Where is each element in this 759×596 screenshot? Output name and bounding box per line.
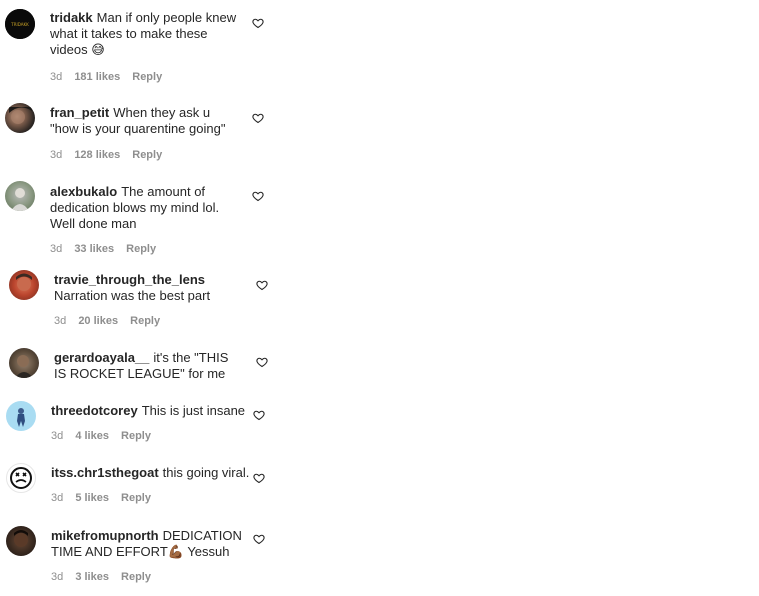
avatar[interactable] (6, 526, 36, 556)
like-heart-icon[interactable] (256, 279, 268, 291)
comment-time[interactable]: 3d (54, 315, 66, 327)
like-heart-icon[interactable] (252, 17, 264, 29)
avatar-photo-icon (14, 530, 28, 547)
reply-button[interactable]: Reply (121, 492, 151, 504)
reply-button[interactable]: Reply (130, 315, 160, 327)
comment-likes[interactable]: 4 likes (75, 430, 109, 442)
comment-username[interactable]: itss.chr1sthegoat (51, 465, 159, 480)
comment-text: travie_through_the_lens Narration was the… (54, 272, 254, 304)
comment-likes[interactable]: 3 likes (75, 571, 109, 583)
comment-body: This is just insane (141, 403, 246, 418)
comment-likes[interactable]: 128 likes (74, 149, 120, 161)
comment-time[interactable]: 3d (50, 149, 62, 161)
comment-meta: 3d 20 likes Reply (54, 314, 169, 328)
avatar-photo-icon (16, 273, 32, 291)
comment-username[interactable]: fran_petit (50, 105, 109, 120)
reply-button[interactable]: Reply (132, 149, 162, 161)
like-heart-icon[interactable] (252, 190, 264, 202)
comment-time[interactable]: 3d (51, 492, 63, 504)
reply-button[interactable]: Reply (121, 571, 151, 583)
comment-username[interactable]: mikefromupnorth (51, 528, 159, 543)
avatar[interactable] (6, 463, 36, 493)
reply-button[interactable]: Reply (132, 71, 162, 83)
comment-text: fran_petit When they ask u "how is your q… (50, 105, 240, 137)
reply-button[interactable]: Reply (126, 243, 156, 255)
comment-username[interactable]: threedotcorey (51, 403, 138, 418)
avatar-photo-icon (9, 107, 32, 124)
like-heart-icon[interactable] (253, 409, 265, 421)
svg-text:TRIDAKK: TRIDAKK (10, 22, 29, 27)
reply-button[interactable]: Reply (121, 430, 151, 442)
comment-meta: 3d 3 likes Reply (51, 570, 160, 584)
avatar[interactable]: TRIDAKK (5, 9, 35, 39)
avatar[interactable] (6, 401, 36, 431)
comment-likes[interactable]: 20 likes (78, 315, 118, 327)
like-heart-icon[interactable] (253, 472, 265, 484)
comment-text: gerardoayala__ it's the "THIS IS ROCKET L… (54, 350, 239, 382)
comment-time[interactable]: 3d (50, 71, 62, 83)
comment-meta: 3d 4 likes Reply (51, 429, 160, 443)
comment-text: alexbukalo The amount of dedication blows… (50, 184, 240, 232)
comment-likes[interactable]: 181 likes (74, 71, 120, 83)
like-heart-icon[interactable] (253, 533, 265, 545)
comment-text: itss.chr1sthegoat this going viral. (51, 465, 251, 481)
comment-time[interactable]: 3d (51, 571, 63, 583)
comment-username[interactable]: tridakk (50, 10, 93, 25)
comment-meta: 3d 128 likes Reply (50, 148, 171, 162)
dizzy-face-icon (10, 467, 32, 489)
comment-username[interactable]: gerardoayala__ (54, 350, 149, 365)
avatar[interactable] (5, 181, 35, 211)
comment-username[interactable]: travie_through_the_lens (54, 272, 250, 288)
comment-time[interactable]: 3d (50, 243, 62, 255)
comment-body: Narration was the best part (54, 288, 211, 303)
like-heart-icon[interactable] (256, 356, 268, 368)
comment-time[interactable]: 3d (51, 430, 63, 442)
comment-text: tridakk Man if only people knew what it t… (50, 10, 240, 58)
comment-meta: 3d 5 likes Reply (51, 491, 160, 505)
comment-meta: 3d 33 likes Reply (50, 242, 165, 256)
avatar-figure-icon (17, 408, 25, 427)
avatar-photo-icon (11, 188, 29, 211)
comment-likes[interactable]: 33 likes (74, 243, 114, 255)
avatar[interactable] (9, 270, 39, 300)
avatar-photo-icon (15, 355, 33, 378)
comment-body: this going viral. (162, 465, 250, 480)
like-heart-icon[interactable] (252, 112, 264, 124)
comment-meta: 3d 181 likes Reply (50, 70, 171, 84)
comment-likes[interactable]: 5 likes (75, 492, 109, 504)
comment-text: threedotcorey This is just insane (51, 403, 251, 419)
avatar[interactable] (9, 348, 39, 378)
comment-text: mikefromupnorth DEDICATION TIME AND EFFOR… (51, 528, 242, 560)
comment-username[interactable]: alexbukalo (50, 184, 117, 199)
avatar[interactable] (5, 103, 35, 133)
tridakk-logo-icon: TRIDAKK (5, 9, 35, 39)
